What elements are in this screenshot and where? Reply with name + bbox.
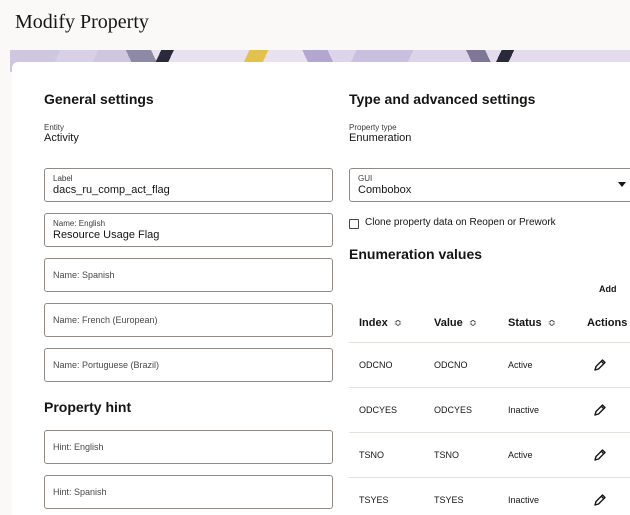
cell-value: TSNO bbox=[434, 450, 460, 460]
name-french-field[interactable]: Name: French (European) bbox=[44, 303, 333, 337]
table-row: ODCNO ODCNO Active bbox=[349, 343, 630, 388]
cell-value: ODCNO bbox=[434, 360, 468, 370]
name-portuguese-field[interactable]: Name: Portuguese (Brazil) bbox=[44, 348, 333, 382]
name-portuguese-placeholder: Name: Portuguese (Brazil) bbox=[53, 360, 160, 370]
cell-status: Active bbox=[508, 450, 533, 460]
gui-select-label: GUI bbox=[358, 174, 373, 183]
sort-icon[interactable]: ≎ bbox=[469, 318, 477, 329]
sort-icon[interactable]: ≎ bbox=[548, 318, 556, 329]
cell-status: Inactive bbox=[508, 495, 540, 505]
hint-english-placeholder: Hint: English bbox=[53, 442, 104, 452]
name-spanish-placeholder: Name: Spanish bbox=[53, 270, 115, 280]
page-title: Modify Property bbox=[15, 11, 149, 33]
name-english-field[interactable]: Name: English Resource Usage Flag bbox=[44, 213, 333, 247]
hint-spanish-placeholder: Hint: Spanish bbox=[53, 487, 107, 497]
label-field-value[interactable]: dacs_ru_comp_act_flag bbox=[53, 184, 170, 196]
entity-caption: Entity bbox=[44, 123, 65, 132]
enumeration-table: Index ≎ Value ≎ Status ≎ Actions ODCNO ODCN… bbox=[349, 303, 630, 515]
column-header-index[interactable]: Index ≎ bbox=[359, 317, 402, 329]
property-type-value: Enumeration bbox=[349, 132, 412, 144]
name-english-field-label: Name: English bbox=[53, 219, 106, 228]
cell-index: TSNO bbox=[359, 450, 385, 460]
pencil-icon[interactable] bbox=[593, 358, 607, 372]
chevron-down-icon[interactable] bbox=[618, 182, 626, 187]
label-field[interactable]: Label dacs_ru_comp_act_flag bbox=[44, 168, 333, 202]
clone-property-label[interactable]: Clone property data on Reopen or Prework bbox=[365, 217, 556, 228]
entity-value: Activity bbox=[44, 132, 79, 144]
cell-index: ODCYES bbox=[359, 405, 398, 415]
hint-english-field[interactable]: Hint: English bbox=[44, 430, 333, 464]
add-button[interactable]: Add bbox=[599, 284, 617, 294]
name-english-field-value[interactable]: Resource Usage Flag bbox=[53, 229, 159, 241]
table-row: TSYES TSYES Inactive bbox=[349, 478, 630, 515]
clone-property-checkbox[interactable] bbox=[349, 219, 359, 229]
table-header: Index ≎ Value ≎ Status ≎ Actions bbox=[349, 303, 630, 343]
sort-icon[interactable]: ≎ bbox=[394, 318, 402, 329]
property-type-caption: Property type bbox=[349, 123, 397, 132]
pencil-icon[interactable] bbox=[593, 448, 607, 462]
cell-index: ODCNO bbox=[359, 360, 393, 370]
cell-index: TSYES bbox=[359, 495, 389, 505]
cell-value: TSYES bbox=[434, 495, 464, 505]
label-field-label: Label bbox=[53, 174, 73, 183]
hint-spanish-field[interactable]: Hint: Spanish bbox=[44, 475, 333, 509]
column-header-status[interactable]: Status ≎ bbox=[508, 317, 556, 329]
property-hint-heading: Property hint bbox=[44, 399, 132, 415]
cell-status: Inactive bbox=[508, 405, 540, 415]
gui-select[interactable]: GUI Combobox bbox=[349, 168, 630, 202]
column-header-value[interactable]: Value ≎ bbox=[434, 317, 477, 329]
cell-status: Active bbox=[508, 360, 533, 370]
table-row: ODCYES ODCYES Inactive bbox=[349, 388, 630, 433]
pencil-icon[interactable] bbox=[593, 493, 607, 507]
column-header-actions: Actions bbox=[587, 317, 628, 329]
name-french-placeholder: Name: French (European) bbox=[53, 315, 158, 325]
advanced-settings-heading: Type and advanced settings bbox=[349, 91, 536, 107]
pencil-icon[interactable] bbox=[593, 403, 607, 417]
table-row: TSNO TSNO Active bbox=[349, 433, 630, 478]
cell-value: ODCYES bbox=[434, 405, 473, 415]
name-spanish-field[interactable]: Name: Spanish bbox=[44, 258, 333, 292]
gui-select-value: Combobox bbox=[358, 184, 412, 196]
general-settings-heading: General settings bbox=[44, 91, 154, 107]
enumeration-values-heading: Enumeration values bbox=[349, 246, 483, 262]
